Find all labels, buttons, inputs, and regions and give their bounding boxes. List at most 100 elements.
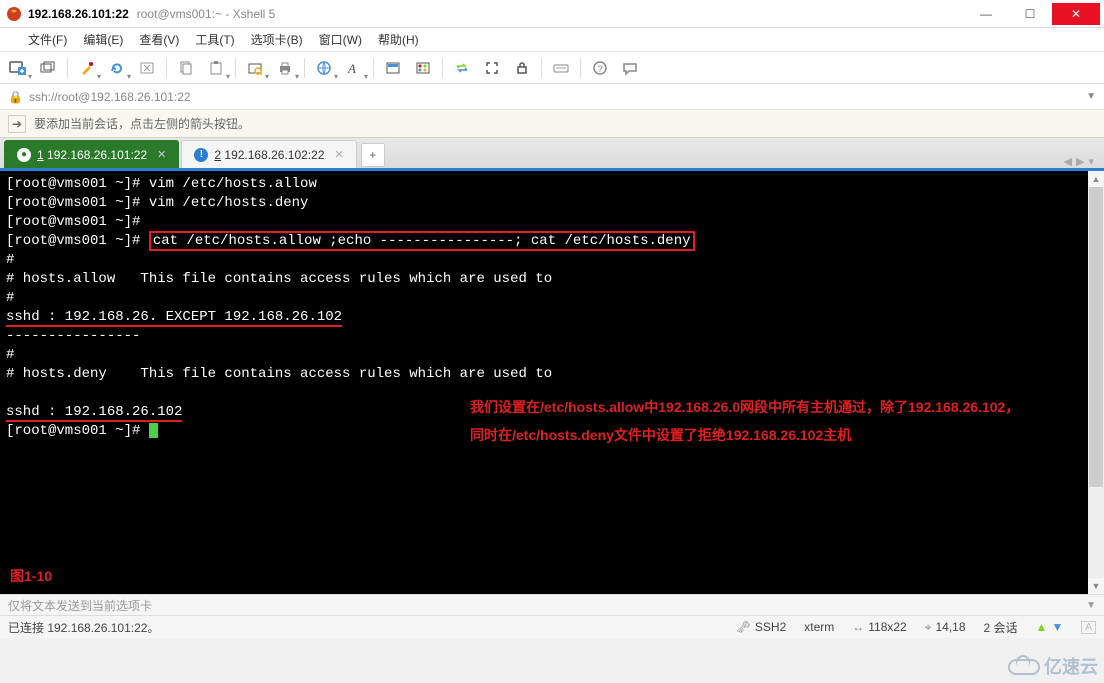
figure-label: 图1-10 [10, 567, 52, 586]
terminal-line: # hosts.allow This file contains access … [6, 271, 552, 287]
terminal[interactable]: [root@vms001 ~]# vim /etc/hosts.allow [r… [0, 168, 1104, 594]
tab-label: 192.168.26.102:22 [224, 148, 324, 162]
terminal-line: [root@vms001 ~]# vim /etc/hosts.deny [6, 195, 308, 211]
toolbar: A ? [0, 52, 1104, 84]
compose-bar[interactable]: 仅将文本发送到当前选项卡 ▼ [0, 594, 1104, 616]
session-prompt-text: 要添加当前会话，点击左侧的箭头按钮。 [34, 115, 250, 132]
menu-window[interactable]: 窗口(W) [311, 29, 370, 50]
menu-tools[interactable]: 工具(T) [187, 29, 242, 50]
status-cursor-pos: 14,18 [936, 620, 966, 634]
fullscreen-button[interactable] [478, 55, 506, 81]
tab-accelerator: 2 [214, 148, 221, 162]
terminal-line: [root@vms001 ~]# vim /etc/hosts.allow [6, 176, 317, 192]
new-session-button[interactable] [4, 55, 32, 81]
underlined-rule-allow: sshd : 192.168.26. EXCEPT 192.168.26.102 [6, 309, 342, 327]
new-tab-button[interactable]: + [361, 143, 385, 167]
compose-dropdown-icon[interactable]: ▼ [1086, 600, 1096, 611]
size-icon: ↔ [852, 620, 864, 634]
tab-close-icon[interactable]: ✕ [335, 148, 344, 161]
svg-text:A: A [347, 61, 356, 76]
tab-label: 192.168.26.101:22 [47, 148, 147, 162]
maximize-button[interactable]: ☐ [1008, 3, 1052, 25]
disconnect-button[interactable] [133, 55, 161, 81]
titlebar-address: 192.168.26.101:22 [28, 7, 129, 21]
titlebar-path: root@vms001:~ - Xshell 5 [137, 7, 276, 21]
transfer-button[interactable] [448, 55, 476, 81]
terminal-line: [root@vms001 ~]# [6, 214, 140, 230]
watermark-text: 亿速云 [1044, 653, 1098, 679]
menu-help[interactable]: 帮助(H) [370, 29, 427, 50]
terminal-line: # [6, 252, 14, 268]
caps-lock-indicator: A [1081, 621, 1096, 634]
status-protocol: SSH2 [755, 620, 786, 634]
color-scheme-button[interactable] [379, 55, 407, 81]
session-prompt-bar: ➔ 要添加当前会话，点击左侧的箭头按钮。 [0, 110, 1104, 138]
add-session-button[interactable]: ➔ [8, 115, 26, 133]
status-bar: 已连接 192.168.26.101:22。 🗝 SSH2 xterm ↔ 118x… [0, 616, 1104, 638]
status-size: 118x22 [868, 620, 906, 634]
scroll-up-icon[interactable]: ▲ [1088, 171, 1104, 187]
tab-indicator-icon: ● [17, 148, 31, 162]
session-tab-2[interactable]: ! 2 192.168.26.102:22 ✕ [181, 140, 356, 168]
close-button[interactable]: ✕ [1052, 3, 1100, 25]
encoding-button[interactable] [310, 55, 338, 81]
menu-file[interactable]: 文件(F) [20, 29, 75, 50]
address-bar[interactable]: 🔒 ssh://root@192.168.26.101:22 ▼ [0, 84, 1104, 110]
terminal-line: # [6, 290, 14, 306]
app-icon [6, 6, 22, 22]
terminal-scrollbar[interactable]: ▲ ▼ [1088, 171, 1104, 594]
menubar: 文件(F) 编辑(E) 查看(V) 工具(T) 选项卡(B) 窗口(W) 帮助(… [0, 28, 1104, 52]
copy-button[interactable] [172, 55, 200, 81]
terminal-line: # hosts.deny This file contains access r… [6, 366, 552, 382]
annotation-note: 我们设置在/etc/hosts.allow中192.168.26.0网段中所有主… [470, 393, 1030, 449]
keyboard-button[interactable] [547, 55, 575, 81]
cursor [149, 423, 158, 438]
tab-accelerator: 1 [37, 148, 44, 162]
tab-list-icon[interactable]: ▾ [1088, 155, 1094, 168]
scroll-down-icon[interactable]: ▼ [1088, 578, 1104, 594]
terminal-line: # [6, 347, 14, 363]
highlight-button[interactable] [409, 55, 437, 81]
reconnect-button[interactable] [103, 55, 131, 81]
lock-button[interactable] [508, 55, 536, 81]
menu-edit[interactable]: 编辑(E) [75, 29, 131, 50]
tab-close-icon[interactable]: ✕ [157, 148, 166, 161]
tab-scroll-left-icon[interactable]: ◀ [1064, 155, 1072, 168]
menu-tab[interactable]: 选项卡(B) [243, 29, 311, 50]
transfer-up-icon: ▲ [1036, 620, 1048, 634]
ssh-icon: 🗝 [736, 620, 751, 634]
properties-button[interactable] [73, 55, 101, 81]
lock-icon: 🔒 [8, 90, 23, 104]
paste-button[interactable] [202, 55, 230, 81]
session-tab-1[interactable]: ● 1 192.168.26.101:22 ✕ [4, 140, 179, 168]
arrow-right-icon: ➔ [12, 117, 22, 131]
window-buttons: — ☐ ✕ [964, 3, 1100, 25]
watermark: 亿速云 [1004, 653, 1098, 679]
print-button[interactable] [271, 55, 299, 81]
status-term: xterm [804, 620, 834, 634]
status-connection: 已连接 192.168.26.101:22。 [8, 619, 159, 636]
cloud-icon [1004, 655, 1040, 677]
chat-button[interactable] [616, 55, 644, 81]
compose-placeholder: 仅将文本发送到当前选项卡 [8, 597, 152, 614]
font-button[interactable]: A [340, 55, 368, 81]
underlined-rule-deny: sshd : 192.168.26.102 [6, 404, 182, 422]
status-sessions: 2 会话 [984, 619, 1018, 636]
sessions-button[interactable] [34, 55, 62, 81]
highlighted-command: cat /etc/hosts.allow ;echo -------------… [149, 231, 695, 251]
find-button[interactable] [241, 55, 269, 81]
window-titlebar: 192.168.26.101:22 root@vms001:~ - Xshell… [0, 0, 1104, 28]
tab-strip: ● 1 192.168.26.101:22 ✕ ! 2 192.168.26.1… [0, 138, 1104, 168]
tab-indicator-icon: ! [194, 148, 208, 162]
address-dropdown-icon[interactable]: ▼ [1086, 91, 1096, 102]
cursor-pos-icon: ⌖ [925, 620, 932, 635]
terminal-line: ---------------- [6, 328, 140, 344]
terminal-prompt: [root@vms001 ~]# [6, 233, 149, 249]
address-url: ssh://root@192.168.26.101:22 [29, 90, 191, 104]
menu-view[interactable]: 查看(V) [131, 29, 187, 50]
minimize-button[interactable]: — [964, 3, 1008, 25]
transfer-down-icon: ▼ [1051, 620, 1063, 634]
help-button[interactable]: ? [586, 55, 614, 81]
scroll-thumb[interactable] [1089, 187, 1103, 487]
tab-scroll-right-icon[interactable]: ▶ [1076, 155, 1084, 168]
